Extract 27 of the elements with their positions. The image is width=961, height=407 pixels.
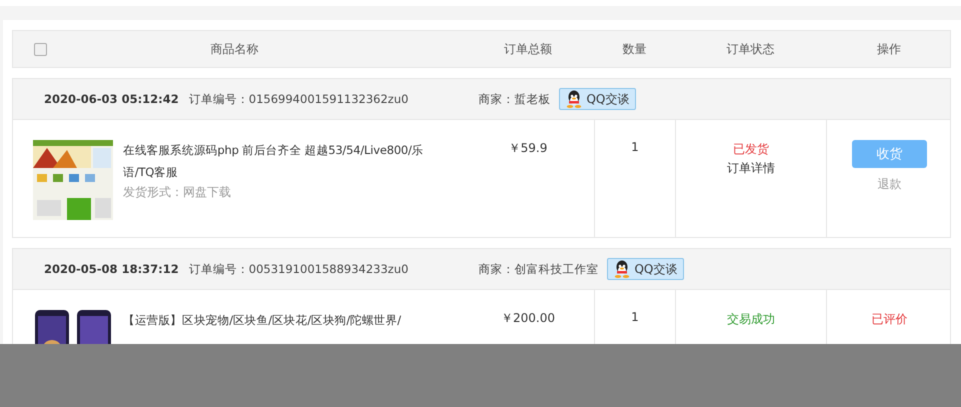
select-all-checkbox[interactable] bbox=[34, 42, 47, 56]
column-header: 订单状态 bbox=[726, 42, 774, 56]
quantity: 1 bbox=[631, 140, 639, 154]
order-details-link[interactable]: 订单详情 bbox=[727, 159, 775, 177]
product-title[interactable]: 在线客服系统源码php 前后台齐全 超越53/54/Live800/乐语/TQ客服 bbox=[123, 139, 453, 183]
qq-chat-button[interactable]: QQ交谈 bbox=[607, 258, 684, 280]
order-number: 订单编号：0156994001591132362zu0 bbox=[188, 92, 408, 106]
product-title[interactable]: 【运营版】区块宠物/区块鱼/区块花/区块狗/陀螺世界/ bbox=[123, 309, 453, 331]
order-time: 2020-06-03 05:12:42 bbox=[44, 92, 179, 106]
order-time: 2020-05-08 18:37:12 bbox=[44, 262, 179, 276]
qq-chat-button[interactable]: QQ交谈 bbox=[559, 88, 636, 110]
review-status: 已评价 bbox=[872, 311, 908, 328]
column-header: 订单总额 bbox=[504, 42, 552, 56]
column-header: 操作 bbox=[877, 42, 901, 56]
column-header: 商品名称 bbox=[210, 40, 260, 58]
order-number: 订单编号：0053191001588934233zu0 bbox=[188, 262, 408, 276]
order-status: 交易成功 bbox=[727, 311, 775, 328]
order-total: ￥200.00 bbox=[501, 311, 555, 325]
penguin-icon bbox=[566, 90, 582, 108]
seller-name: 商家：蜇老板 bbox=[478, 92, 550, 106]
quantity: 1 bbox=[631, 310, 639, 324]
seller-name: 商家：创富科技工作室 bbox=[478, 262, 598, 276]
delivery-method: 发货形式：网盘下载 bbox=[123, 184, 232, 201]
penguin-icon bbox=[614, 260, 630, 278]
order-status: 已发货 bbox=[733, 141, 769, 158]
column-header: 数量 bbox=[622, 42, 646, 56]
order-total: ￥59.9 bbox=[508, 141, 548, 155]
